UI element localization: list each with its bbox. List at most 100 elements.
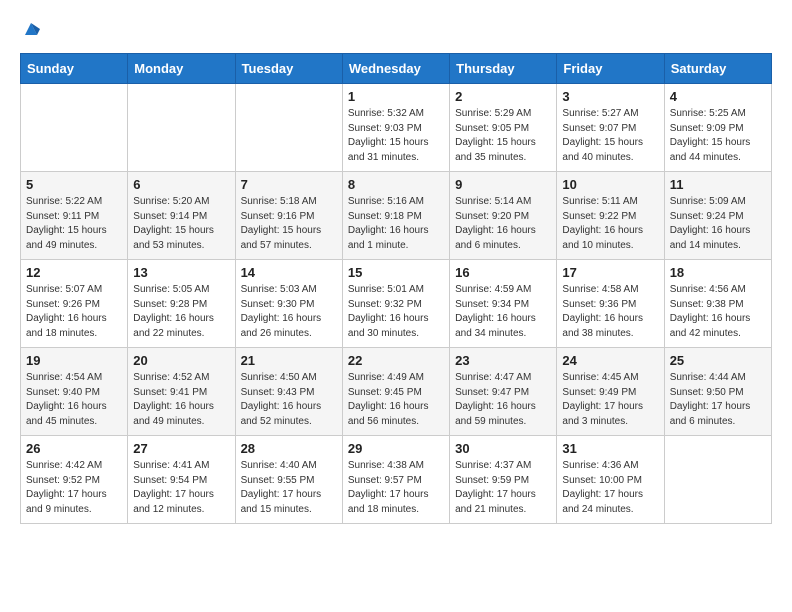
calendar-cell: 26 Sunrise: 4:42 AMSunset: 9:52 PMDayligh… (21, 436, 128, 524)
day-number: 11 (670, 177, 766, 192)
calendar-cell: 11 Sunrise: 5:09 AMSunset: 9:24 PMDayligh… (664, 172, 771, 260)
day-info: Sunrise: 5:01 AMSunset: 9:32 PMDaylight:… (348, 283, 444, 341)
day-info: Sunrise: 4:50 AMSunset: 9:43 PMDaylight:… (241, 371, 337, 429)
calendar-cell: 1 Sunrise: 5:32 AMSunset: 9:03 PMDaylight… (342, 84, 449, 172)
day-info: Sunrise: 4:56 AMSunset: 9:38 PMDaylight:… (670, 283, 766, 341)
day-number: 2 (455, 89, 551, 104)
calendar-cell: 20Sunrise: 4:52 AMSunset: 9:41 PMDayligh… (128, 348, 235, 436)
calendar-cell: 13 Sunrise: 5:05 AMSunset: 9:28 PMDayligh… (128, 260, 235, 348)
calendar-cell: 5 Sunrise: 5:22 AMSunset: 9:11 PMDaylight… (21, 172, 128, 260)
calendar-cell: 16 Sunrise: 4:59 AMSunset: 9:34 PMDayligh… (450, 260, 557, 348)
day-number: 14 (241, 265, 337, 280)
day-info: Sunrise: 4:37 AMSunset: 9:59 PMDaylight:… (455, 459, 551, 517)
day-header-friday: Friday (557, 54, 664, 84)
day-info: Sunrise: 4:59 AMSunset: 9:34 PMDaylight:… (455, 283, 551, 341)
day-info: Sunrise: 4:40 AMSunset: 9:55 PMDaylight:… (241, 459, 337, 517)
logo-icon (22, 20, 40, 38)
day-number: 3 (562, 89, 658, 104)
calendar-cell: 28 Sunrise: 4:40 AMSunset: 9:55 PMDayligh… (235, 436, 342, 524)
day-number: 27 (133, 441, 229, 456)
calendar-cell: 4 Sunrise: 5:25 AMSunset: 9:09 PMDaylight… (664, 84, 771, 172)
day-number: 18 (670, 265, 766, 280)
calendar-week-row: 5 Sunrise: 5:22 AMSunset: 9:11 PMDaylight… (21, 172, 772, 260)
calendar-header-row: SundayMondayTuesdayWednesdayThursdayFrid… (21, 54, 772, 84)
day-info: Sunrise: 4:44 AMSunset: 9:50 PMDaylight:… (670, 371, 766, 429)
calendar-cell: 8 Sunrise: 5:16 AMSunset: 9:18 PMDaylight… (342, 172, 449, 260)
day-number: 13 (133, 265, 229, 280)
day-info: Sunrise: 4:58 AMSunset: 9:36 PMDaylight:… (562, 283, 658, 341)
calendar-cell: 17 Sunrise: 4:58 AMSunset: 9:36 PMDayligh… (557, 260, 664, 348)
day-info: Sunrise: 4:41 AMSunset: 9:54 PMDaylight:… (133, 459, 229, 517)
calendar-cell: 24 Sunrise: 4:45 AMSunset: 9:49 PMDayligh… (557, 348, 664, 436)
calendar-cell: 10Sunrise: 5:11 AMSunset: 9:22 PMDayligh… (557, 172, 664, 260)
calendar-cell: 12 Sunrise: 5:07 AMSunset: 9:26 PMDayligh… (21, 260, 128, 348)
day-info: Sunrise: 5:22 AMSunset: 9:11 PMDaylight:… (26, 195, 122, 253)
calendar-cell: 22Sunrise: 4:49 AMSunset: 9:45 PMDayligh… (342, 348, 449, 436)
day-number: 28 (241, 441, 337, 456)
day-info: Sunrise: 5:16 AMSunset: 9:18 PMDaylight:… (348, 195, 444, 253)
day-info: Sunrise: 5:05 AMSunset: 9:28 PMDaylight:… (133, 283, 229, 341)
day-number: 19 (26, 353, 122, 368)
day-info: Sunrise: 4:36 AMSunset: 10:00 PMDaylight… (562, 459, 658, 517)
day-header-monday: Monday (128, 54, 235, 84)
day-number: 29 (348, 441, 444, 456)
day-number: 12 (26, 265, 122, 280)
calendar-week-row: 1 Sunrise: 5:32 AMSunset: 9:03 PMDaylight… (21, 84, 772, 172)
day-number: 30 (455, 441, 551, 456)
day-info: Sunrise: 5:07 AMSunset: 9:26 PMDaylight:… (26, 283, 122, 341)
day-number: 4 (670, 89, 766, 104)
day-info: Sunrise: 5:14 AMSunset: 9:20 PMDaylight:… (455, 195, 551, 253)
day-info: Sunrise: 4:45 AMSunset: 9:49 PMDaylight:… (562, 371, 658, 429)
calendar-cell: 14Sunrise: 5:03 AMSunset: 9:30 PMDayligh… (235, 260, 342, 348)
calendar-cell: 18 Sunrise: 4:56 AMSunset: 9:38 PMDayligh… (664, 260, 771, 348)
day-number: 24 (562, 353, 658, 368)
calendar-cell (128, 84, 235, 172)
calendar-cell: 2 Sunrise: 5:29 AMSunset: 9:05 PMDaylight… (450, 84, 557, 172)
day-header-sunday: Sunday (21, 54, 128, 84)
calendar-cell: 6 Sunrise: 5:20 AMSunset: 9:14 PMDaylight… (128, 172, 235, 260)
calendar-cell (21, 84, 128, 172)
day-number: 6 (133, 177, 229, 192)
calendar-cell (235, 84, 342, 172)
day-number: 15 (348, 265, 444, 280)
day-number: 1 (348, 89, 444, 104)
calendar-cell: 15 Sunrise: 5:01 AMSunset: 9:32 PMDayligh… (342, 260, 449, 348)
calendar-cell: 27 Sunrise: 4:41 AMSunset: 9:54 PMDayligh… (128, 436, 235, 524)
day-info: Sunrise: 4:47 AMSunset: 9:47 PMDaylight:… (455, 371, 551, 429)
calendar-cell (664, 436, 771, 524)
day-number: 10 (562, 177, 658, 192)
calendar-cell: 9Sunrise: 5:14 AMSunset: 9:20 PMDaylight… (450, 172, 557, 260)
day-info: Sunrise: 5:20 AMSunset: 9:14 PMDaylight:… (133, 195, 229, 253)
calendar-table: SundayMondayTuesdayWednesdayThursdayFrid… (20, 53, 772, 524)
day-number: 31 (562, 441, 658, 456)
calendar-cell: 21 Sunrise: 4:50 AMSunset: 9:43 PMDayligh… (235, 348, 342, 436)
day-info: Sunrise: 5:29 AMSunset: 9:05 PMDaylight:… (455, 107, 551, 165)
day-info: Sunrise: 4:42 AMSunset: 9:52 PMDaylight:… (26, 459, 122, 517)
day-info: Sunrise: 5:32 AMSunset: 9:03 PMDaylight:… (348, 107, 444, 165)
day-info: Sunrise: 5:09 AMSunset: 9:24 PMDaylight:… (670, 195, 766, 253)
day-info: Sunrise: 4:38 AMSunset: 9:57 PMDaylight:… (348, 459, 444, 517)
calendar-cell: 31 Sunrise: 4:36 AMSunset: 10:00 PMDaylig… (557, 436, 664, 524)
day-number: 8 (348, 177, 444, 192)
day-header-thursday: Thursday (450, 54, 557, 84)
day-number: 5 (26, 177, 122, 192)
day-info: Sunrise: 4:54 AMSunset: 9:40 PMDaylight:… (26, 371, 122, 429)
day-number: 23 (455, 353, 551, 368)
calendar-cell: 7Sunrise: 5:18 AMSunset: 9:16 PMDaylight… (235, 172, 342, 260)
calendar-cell: 19 Sunrise: 4:54 AMSunset: 9:40 PMDayligh… (21, 348, 128, 436)
day-number: 25 (670, 353, 766, 368)
day-number: 7 (241, 177, 337, 192)
calendar-week-row: 12 Sunrise: 5:07 AMSunset: 9:26 PMDayligh… (21, 260, 772, 348)
day-info: Sunrise: 4:49 AMSunset: 9:45 PMDaylight:… (348, 371, 444, 429)
day-number: 16 (455, 265, 551, 280)
day-header-wednesday: Wednesday (342, 54, 449, 84)
calendar-cell: 25 Sunrise: 4:44 AMSunset: 9:50 PMDayligh… (664, 348, 771, 436)
calendar-cell: 3Sunrise: 5:27 AMSunset: 9:07 PMDaylight… (557, 84, 664, 172)
day-number: 26 (26, 441, 122, 456)
day-info: Sunrise: 5:25 AMSunset: 9:09 PMDaylight:… (670, 107, 766, 165)
day-number: 17 (562, 265, 658, 280)
calendar-cell: 29 Sunrise: 4:38 AMSunset: 9:57 PMDayligh… (342, 436, 449, 524)
page-header (20, 20, 772, 38)
day-header-saturday: Saturday (664, 54, 771, 84)
day-number: 21 (241, 353, 337, 368)
